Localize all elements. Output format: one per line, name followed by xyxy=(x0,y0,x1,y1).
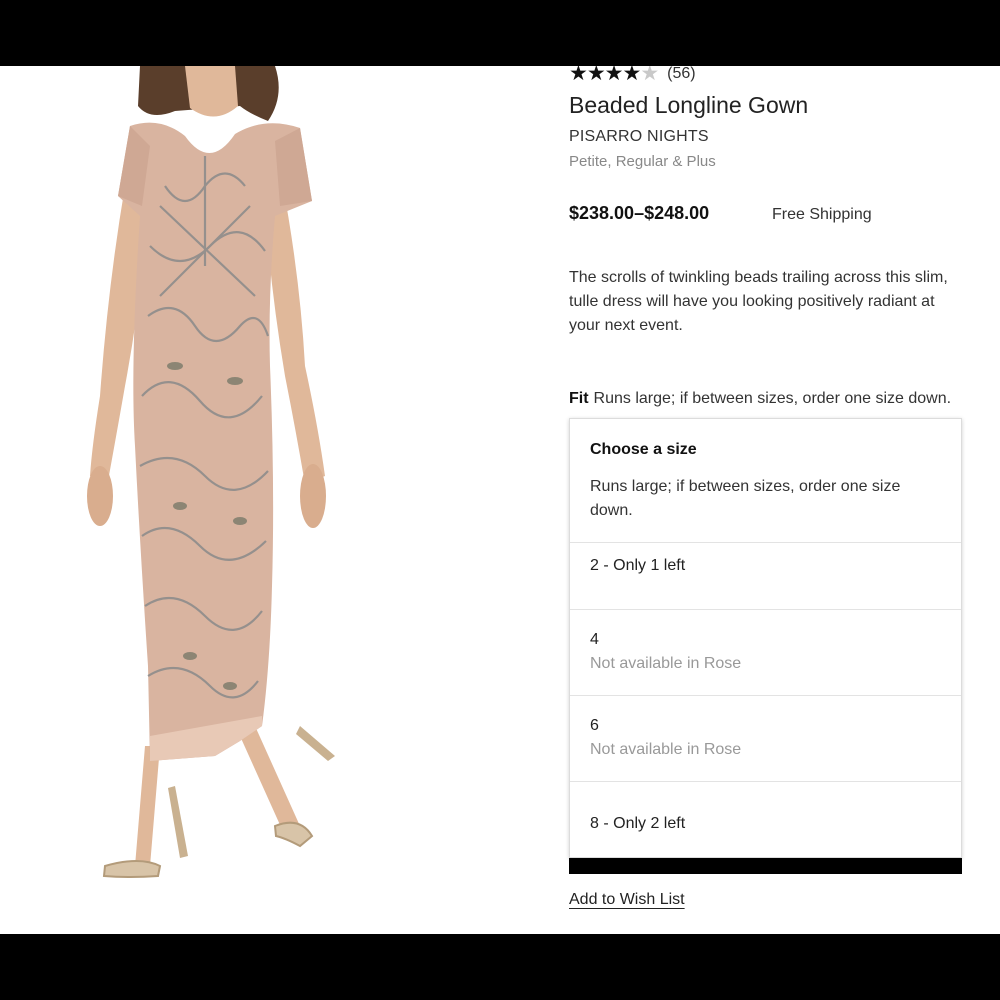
size-dropdown-note: Runs large; if between sizes, order one … xyxy=(590,478,901,519)
size-option-8[interactable]: 8 - Only 2 left xyxy=(570,782,961,858)
size-option-6[interactable]: 6 Not available in Rose xyxy=(570,696,961,782)
rating[interactable]: ★★★★★ (56) xyxy=(569,66,696,84)
size-option-label: 2 - Only 1 left xyxy=(590,557,686,574)
size-dropdown[interactable]: Choose a size Runs large; if between siz… xyxy=(569,418,962,858)
star-rating-icon: ★★★★★ xyxy=(569,66,659,85)
model-in-gown-illustration xyxy=(87,66,335,878)
top-black-bar xyxy=(0,0,1000,66)
size-option-label: 6 xyxy=(590,717,599,734)
size-dropdown-header: Choose a size Runs large; if between siz… xyxy=(570,419,961,543)
star-icon: ★★★★ xyxy=(569,66,641,85)
size-option-label: 4 xyxy=(590,631,599,648)
star-icon: ★ xyxy=(640,66,659,85)
fit-text: Runs large; if between sizes, order one … xyxy=(593,390,952,407)
product-photo[interactable] xyxy=(0,66,545,934)
product-page: ★★★★★ (56) Beaded Longline Gown PISARRO … xyxy=(0,66,1000,934)
product-description: The scrolls of twinkling beads trailing … xyxy=(569,269,948,334)
size-option-label: 8 - Only 2 left xyxy=(590,815,686,832)
brand-link[interactable]: PISARRO NIGHTS xyxy=(569,128,709,146)
size-option-availability: Not available in Rose xyxy=(590,741,742,758)
add-to-bag-button[interactable] xyxy=(569,858,962,874)
size-range-text: Petite, Regular & Plus xyxy=(569,153,716,170)
bottom-black-bar xyxy=(0,934,1000,1000)
size-option-4[interactable]: 4 Not available in Rose xyxy=(570,610,961,696)
add-to-wishlist-link[interactable]: Add to Wish List xyxy=(569,891,685,909)
size-option-availability: Not available in Rose xyxy=(590,655,742,672)
fit-info: Fit Runs large; if between sizes, order o… xyxy=(569,390,951,408)
size-dropdown-title: Choose a size xyxy=(590,441,697,458)
review-count[interactable]: (56) xyxy=(667,66,695,83)
shipping-info: Free Shipping xyxy=(772,206,872,223)
size-option-2[interactable]: 2 - Only 1 left xyxy=(570,543,961,610)
price: $238.00–$248.00 xyxy=(569,203,710,223)
product-title: Beaded Longline Gown xyxy=(569,92,809,118)
fit-label: Fit xyxy=(569,390,589,407)
